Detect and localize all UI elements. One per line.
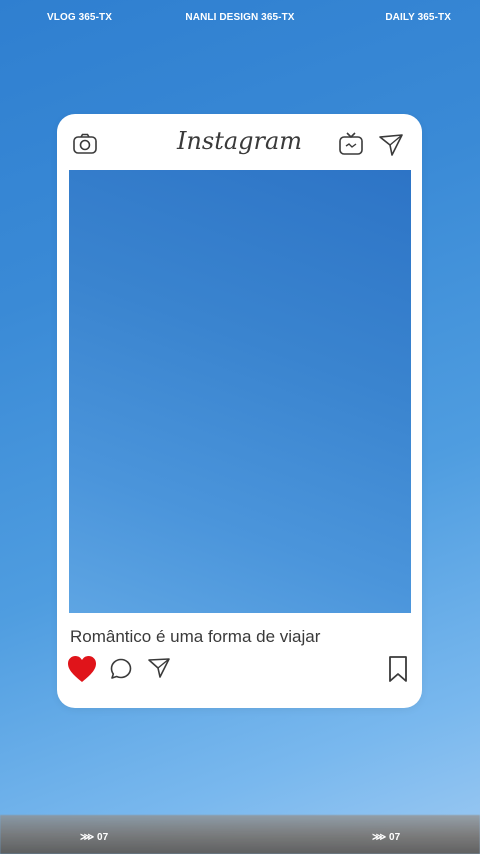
bookmark-icon[interactable] bbox=[387, 655, 409, 683]
heart-icon[interactable] bbox=[66, 654, 98, 684]
top-watermark-bar: VLOG 365-TX NANLI DESIGN 365-TX DAILY 36… bbox=[0, 12, 480, 26]
footer-left-label: ⋙ 07 bbox=[80, 832, 109, 843]
post-header: Instagram bbox=[57, 114, 422, 170]
post-caption: Romântico é uma forma de viajar bbox=[70, 627, 321, 646]
igtv-icon[interactable] bbox=[337, 130, 365, 158]
blurred-rooftop-strip bbox=[0, 815, 480, 854]
daily-label: DAILY 365-TX bbox=[385, 12, 451, 23]
post-image[interactable] bbox=[69, 170, 411, 613]
share-icon[interactable] bbox=[147, 656, 171, 680]
footer-right-label: ⋙ 07 bbox=[372, 832, 401, 843]
comment-icon[interactable] bbox=[109, 657, 133, 681]
instagram-post-frame: Instagram Romântico é uma forma de viaja… bbox=[57, 114, 422, 708]
send-icon[interactable] bbox=[377, 131, 405, 159]
app-logo: Instagram bbox=[176, 127, 303, 155]
post-actions bbox=[57, 654, 422, 686]
